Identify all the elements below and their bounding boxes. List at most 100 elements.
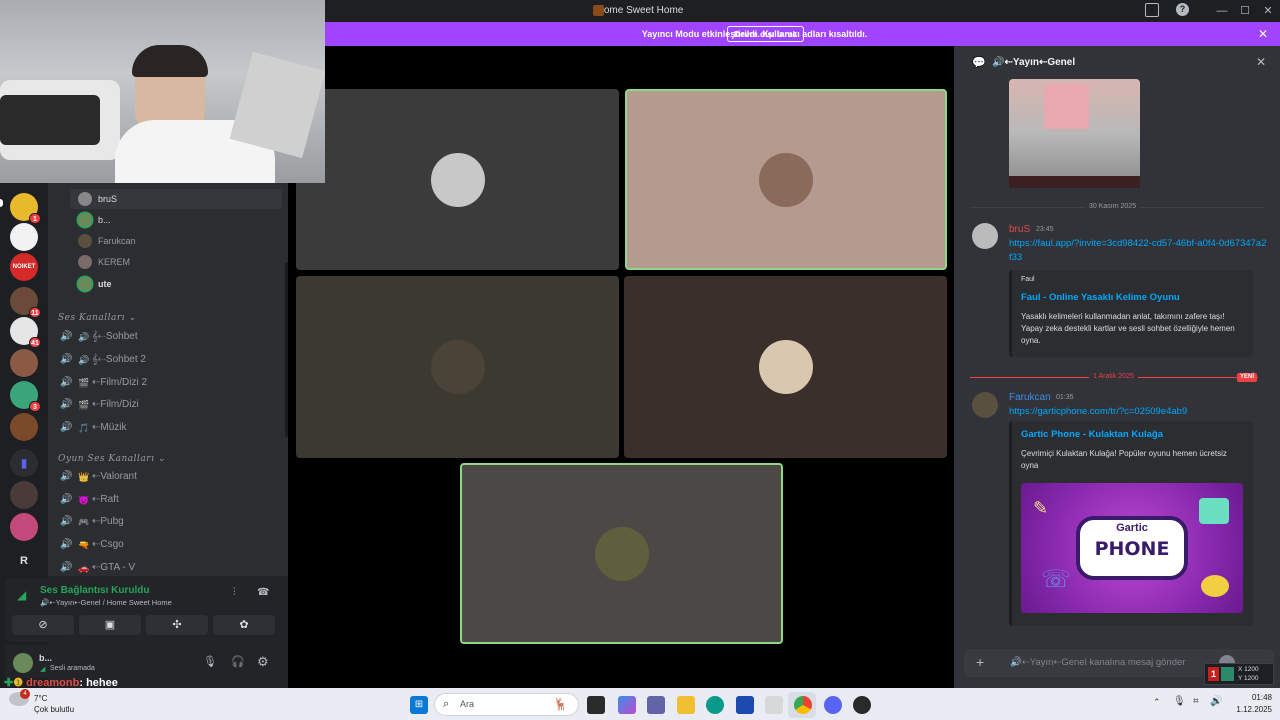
voice-location[interactable]: 🔊⇠Yayın⇠Genel / Home Sweet Home xyxy=(40,598,172,607)
member-name: KEREM xyxy=(98,257,131,267)
clock-date[interactable]: 1.12.2025 xyxy=(1222,705,1272,714)
video-tile[interactable] xyxy=(296,89,619,270)
voice-channel[interactable]: 🔊 😈 ⇠Raft xyxy=(58,490,280,510)
channel-name: ⇠Film/Dizi xyxy=(92,399,139,410)
category-voice[interactable]: Ses Kanalları ⌄ xyxy=(58,313,136,323)
camera-off-button[interactable]: ⊘ xyxy=(12,615,74,635)
speaker-icon: 🔊 xyxy=(60,422,73,433)
embed-image[interactable]: Gartic PHONE ✎ ☏ xyxy=(1021,483,1243,613)
video-tile-speaking[interactable] xyxy=(460,463,783,644)
avatar[interactable] xyxy=(972,223,998,249)
image-attachment[interactable] xyxy=(1009,79,1140,188)
file-explorer-icon[interactable] xyxy=(677,696,695,714)
mention-badge: 41 xyxy=(29,337,41,348)
server-icon[interactable] xyxy=(10,223,38,251)
activities-button[interactable]: ✣ xyxy=(146,615,208,635)
mic-tray-icon[interactable]: 🎙 xyxy=(1173,696,1186,707)
avatar[interactable] xyxy=(972,392,998,418)
channel-name: ⇠Pubg xyxy=(92,516,124,527)
user-panel: b... ◢ Sesli aramada 🎙 🎧 ⚙ xyxy=(5,645,283,678)
avatar xyxy=(78,255,92,269)
phone-icon: ☏ xyxy=(1041,566,1072,593)
server-icon[interactable]: R xyxy=(10,547,38,575)
server-pill xyxy=(0,199,3,207)
folder-icon[interactable]: ▮ xyxy=(10,449,38,477)
message-time: 23:45 xyxy=(1036,226,1054,233)
video-tile-speaking[interactable] xyxy=(625,89,947,270)
date-label: 30 Kasım 2025 xyxy=(1085,203,1141,210)
message-author[interactable]: bruS xyxy=(1009,224,1030,235)
server-icon[interactable]: 1 xyxy=(10,193,41,224)
windows-start-icon[interactable]: ⊞ xyxy=(410,696,428,714)
network-icon[interactable]: ⌗ xyxy=(1193,696,1199,707)
embed-site: Faul xyxy=(1021,276,1035,283)
soundboard-icon[interactable]: ⫶ xyxy=(233,587,236,598)
message-author[interactable]: Farukcan xyxy=(1009,392,1051,403)
close-chat-icon[interactable]: ✕ xyxy=(1256,55,1266,69)
disable-streamer-mode-button[interactable]: Devre dışı bırak xyxy=(727,26,805,42)
search-box[interactable]: ⌕ Ara 🦌 xyxy=(434,693,579,716)
maximize-button[interactable]: ☐ xyxy=(1237,3,1253,19)
voice-channel[interactable]: 🔊 🎬 ⇠Film/Dizi xyxy=(58,395,280,415)
chrome-icon[interactable] xyxy=(794,696,812,714)
task-view-icon[interactable] xyxy=(587,696,605,714)
notepad-app-icon[interactable] xyxy=(765,696,783,714)
voice-channel[interactable]: 🔊 🎮 ⇠Pubg xyxy=(58,512,280,532)
video-tile[interactable] xyxy=(296,276,619,458)
message-link[interactable]: https://garticphone.com/tr/?c=02509e4ab9 xyxy=(1009,405,1269,419)
voice-channel[interactable]: 🔊 🎬 ⇠Film/Dizi 2 xyxy=(58,373,280,393)
edge-icon[interactable] xyxy=(706,696,724,714)
server-icon[interactable]: NOIKET xyxy=(10,253,38,281)
close-button[interactable]: ✕ xyxy=(1260,3,1276,19)
voice-status: Ses Bağlantısı Kuruldu xyxy=(40,585,150,596)
copilot-icon[interactable] xyxy=(618,696,636,714)
channel-sidebar: bruS b... Farukcan KEREM ute Ses Kanalla… xyxy=(48,183,288,576)
discord-icon[interactable] xyxy=(824,696,842,714)
teams-icon[interactable] xyxy=(647,696,665,714)
voice-channel[interactable]: 🔊 🔊 𝄞⇠Sohbet 2 xyxy=(58,350,280,370)
voice-channel[interactable]: 🔊 🎵 ⇠Müzik xyxy=(58,418,280,438)
speaker-icon: 🔊 xyxy=(60,516,73,527)
weather-badge: 4 xyxy=(20,689,30,699)
avatar[interactable] xyxy=(13,653,33,673)
settings-icon[interactable]: ⚙ xyxy=(257,654,269,670)
headphones-icon[interactable]: 🎧 xyxy=(231,655,245,668)
date-label: 1 Aralık 2025 xyxy=(1089,373,1138,380)
minimize-button[interactable]: — xyxy=(1214,3,1230,19)
screen-share-button[interactable]: ▣ xyxy=(79,615,141,635)
video-tile[interactable] xyxy=(624,276,947,458)
server-icon[interactable] xyxy=(10,413,38,441)
chevron-up-icon[interactable]: ⌃ xyxy=(1153,697,1161,708)
embed-title[interactable]: Faul - Online Yasaklı Kelime Oyunu xyxy=(1021,292,1180,303)
category-game[interactable]: Oyun Ses Kanalları ⌄ xyxy=(58,454,166,464)
close-icon[interactable]: ✕ xyxy=(1255,26,1271,42)
server-icon[interactable] xyxy=(10,513,38,541)
clock-time[interactable]: 01:48 xyxy=(1232,693,1272,702)
volume-icon[interactable]: 🔊 xyxy=(1210,696,1222,707)
voice-channel[interactable]: 🔊 🚗 ⇠GTA - V xyxy=(58,558,280,576)
server-icon[interactable] xyxy=(10,349,38,377)
disconnect-icon[interactable]: ☎ xyxy=(257,587,269,598)
voice-channel[interactable]: 🔊 🔊 𝄞⇠Sohbet xyxy=(58,327,280,347)
server-icon[interactable]: 3 xyxy=(10,381,41,412)
embed-title[interactable]: Gartic Phone - Kulaktan Kulağa xyxy=(1021,429,1163,440)
speaker-icon: 🔊 xyxy=(60,331,73,342)
add-attachment-icon[interactable]: + xyxy=(976,654,984,670)
chair-shape xyxy=(0,95,100,145)
message-link[interactable]: https://faul.app/?invite=3cd98422-cd57-4… xyxy=(1009,237,1269,265)
category-label: Oyun Ses Kanalları xyxy=(58,454,155,464)
server-icon[interactable]: 11 xyxy=(10,287,41,318)
store-icon[interactable] xyxy=(736,696,754,714)
server-icon[interactable]: 41 xyxy=(10,317,41,348)
monitor-icon[interactable] xyxy=(1145,3,1159,17)
soundboard-button[interactable]: ✿ xyxy=(213,615,275,635)
help-icon[interactable]: ? xyxy=(1176,3,1189,16)
voice-channel[interactable]: 🔊 🔫 ⇠Csgo xyxy=(58,535,280,555)
channel-icon: 🚗 xyxy=(78,563,90,573)
obs-icon[interactable] xyxy=(853,696,871,714)
server-icon[interactable] xyxy=(10,481,38,509)
voice-channel[interactable]: 🔊 👑 ⇠Valorant xyxy=(58,467,280,487)
embed-description: Yasaklı kelimeleri kullanmadan anlat, ta… xyxy=(1021,312,1235,345)
mic-icon[interactable]: 🎙 xyxy=(203,655,217,668)
speech-bubble-icon xyxy=(1201,575,1229,597)
